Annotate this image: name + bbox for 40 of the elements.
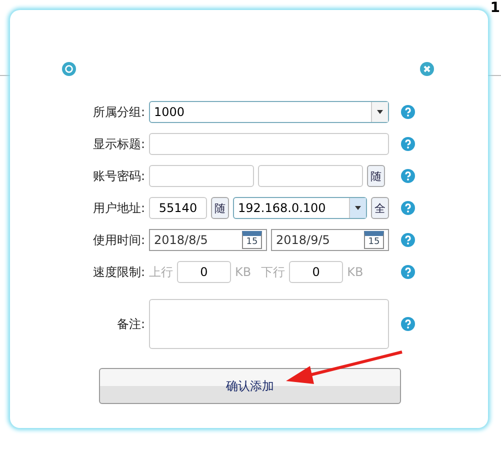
confirm-add-button[interactable]: 确认添加 <box>99 368 401 404</box>
random-button[interactable]: 随 <box>211 197 229 219</box>
input-field[interactable] <box>149 133 389 155</box>
random-button[interactable]: 随 <box>367 165 385 187</box>
help-icon[interactable] <box>401 201 415 215</box>
unit-label: KB <box>235 265 252 279</box>
help-icon[interactable] <box>401 233 415 247</box>
help-icon[interactable] <box>401 169 415 183</box>
calendar-icon[interactable]: 15 <box>364 231 384 249</box>
field-label: 显示标题: <box>92 136 145 152</box>
help-icon[interactable] <box>401 105 415 119</box>
caret-icon <box>377 110 383 114</box>
caret-icon <box>355 206 361 210</box>
field-label: 备注: <box>116 316 145 332</box>
field-label: 使用时间: <box>92 232 145 248</box>
calendar-icon[interactable]: 15 <box>242 231 262 249</box>
unit-label: KB <box>347 265 364 279</box>
field-label: 账号密码: <box>92 168 145 184</box>
upload-label: 上行 <box>149 264 173 280</box>
ip-select[interactable]: 192.168.0.100 <box>233 197 367 219</box>
field-label: 速度限制: <box>92 264 145 280</box>
password-field[interactable] <box>258 165 363 187</box>
date-field[interactable]: 2018/8/5 15 <box>149 229 267 251</box>
refresh-icon[interactable] <box>62 62 76 76</box>
download-label: 下行 <box>261 264 286 280</box>
group-select[interactable]: 1000 <box>149 101 389 123</box>
help-icon[interactable] <box>401 317 415 331</box>
port-field[interactable]: 55140 <box>149 197 207 219</box>
upload-field[interactable]: 0 <box>177 261 231 283</box>
account-field[interactable] <box>149 165 254 187</box>
all-button[interactable]: 全 <box>371 197 389 219</box>
remark-field[interactable] <box>149 299 389 349</box>
date-field[interactable]: 2018/9/5 15 <box>271 229 389 251</box>
field-label: 所属分组: <box>92 104 145 120</box>
download-field[interactable]: 0 <box>289 261 344 283</box>
help-icon[interactable] <box>401 137 415 151</box>
field-label: 用户地址: <box>92 200 145 216</box>
help-icon[interactable] <box>401 265 415 279</box>
corner-text: 1 <box>490 0 500 16</box>
close-icon[interactable] <box>420 62 434 76</box>
